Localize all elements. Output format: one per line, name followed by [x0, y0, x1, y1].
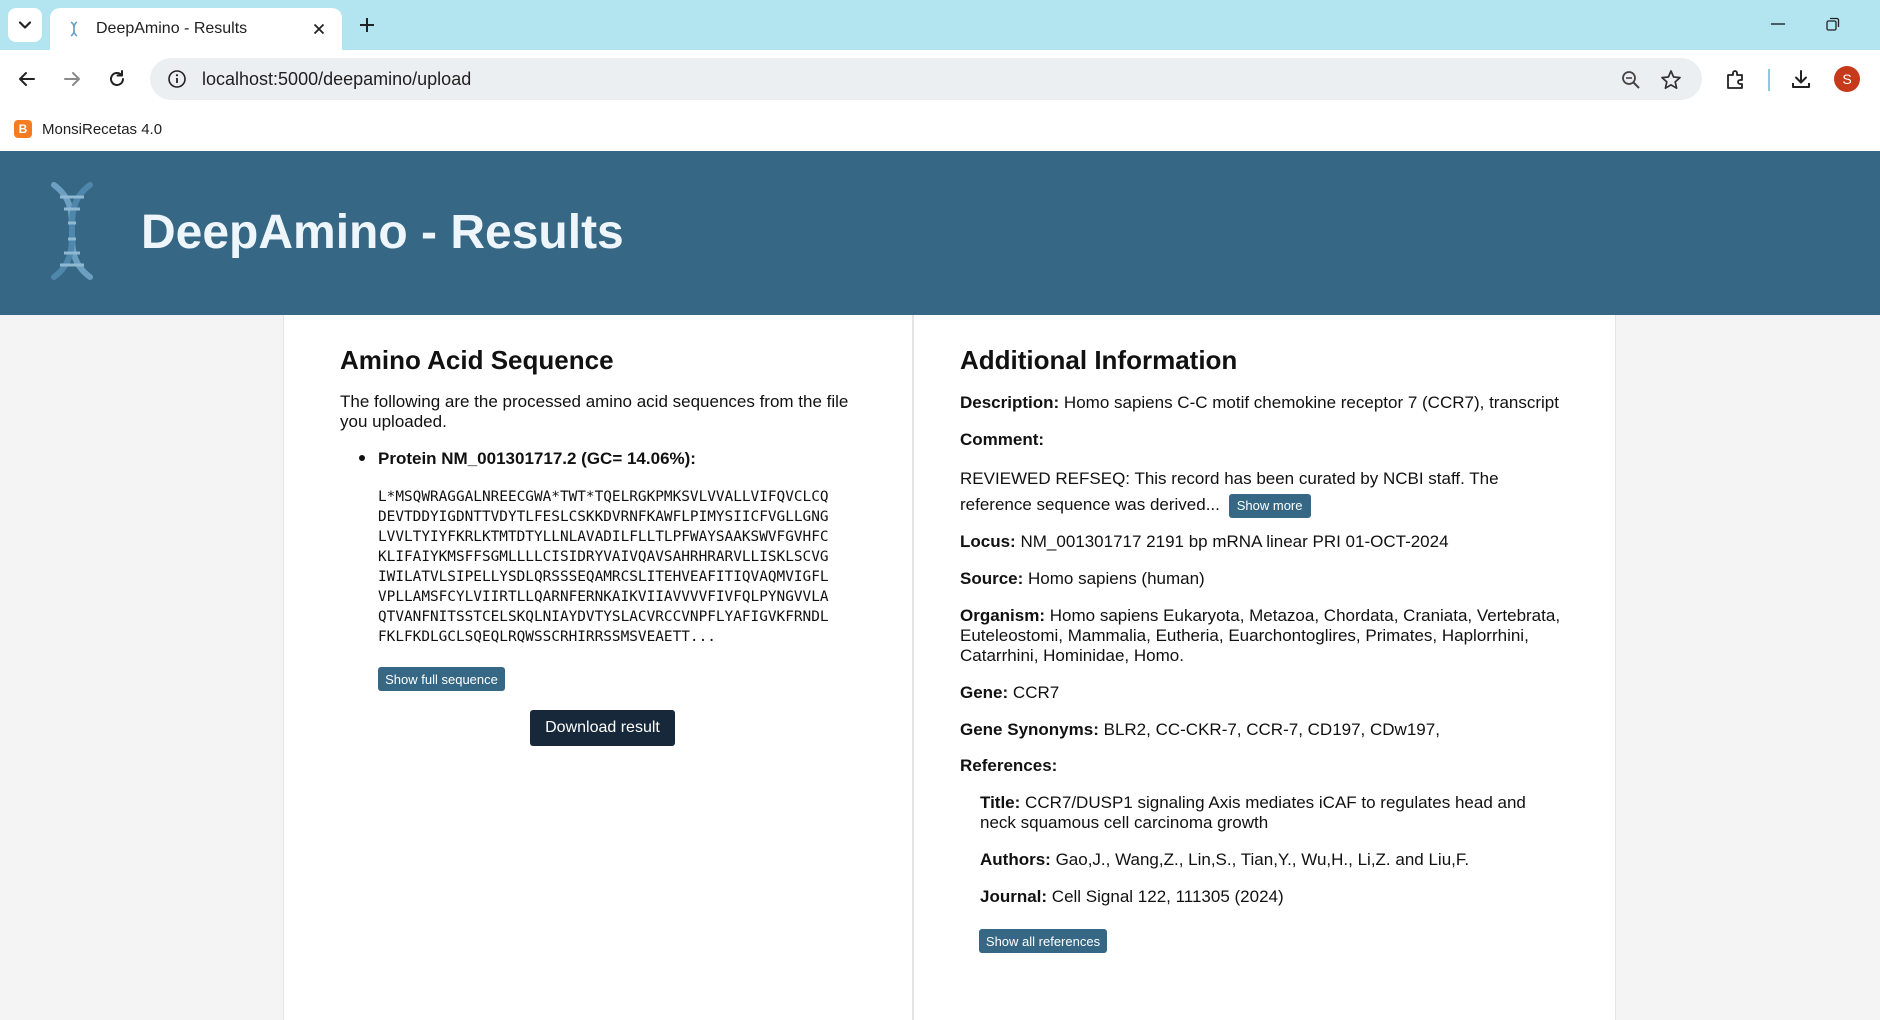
- puzzle-icon: [1727, 70, 1743, 89]
- sequence-line: IWILATVLSIPELLYSDLQRSSSEQAMRCSLITEHVEAFI…: [378, 569, 829, 585]
- show-all-references-button[interactable]: Show all references: [979, 929, 1107, 953]
- gene-row: Gene: CCR7: [960, 683, 1570, 703]
- zoom-icon[interactable]: [1618, 67, 1644, 93]
- locus-value: NM_001301717 2191 bp mRNA linear PRI 01-…: [1020, 532, 1449, 551]
- reload-icon: [110, 70, 124, 86]
- ref-journal-label: Journal:: [980, 887, 1048, 906]
- dna-logo-icon: [42, 181, 102, 281]
- locus-label: Locus:: [960, 532, 1016, 551]
- chevron-down-icon: [18, 21, 32, 29]
- gene-label: Gene:: [960, 683, 1009, 702]
- sequence-line: VPLLAMSFCYLVIIRTLLQARNFERNKAIKVIIAVVVVFI…: [378, 589, 829, 605]
- ref-journal-row: Journal: Cell Signal 122, 111305 (2024): [980, 887, 1540, 907]
- arrow-right-icon: [64, 72, 80, 86]
- sequence-block: L*MSQWRAGGALNREECGWA*TWT*TQELRGKPMKSVLVV…: [378, 487, 829, 647]
- organism-label: Organism:: [960, 606, 1046, 625]
- sequence-line: L*MSQWRAGGALNREECGWA*TWT*TQELRGKPMKSVLVV…: [378, 489, 829, 505]
- organism-value: Homo sapiens Eukaryota, Metazoa, Chordat…: [960, 606, 1561, 665]
- sequence-heading: Amino Acid Sequence: [340, 345, 614, 375]
- info-panel: [913, 315, 1616, 1020]
- plus-icon: [360, 18, 374, 32]
- source-label: Source:: [960, 569, 1024, 588]
- gene-value: CCR7: [1012, 683, 1060, 702]
- ref-authors-label: Authors:: [980, 850, 1051, 869]
- source-row: Source: Homo sapiens (human): [960, 569, 1570, 589]
- synonyms-label: Gene Synonyms:: [960, 720, 1099, 739]
- sequence-line: LVVLTYIYFKRLKTMTDTYLLNLAVADILFLLTLPFWAYS…: [378, 529, 829, 545]
- description-row: Description: Homo sapiens C-C motif chem…: [960, 393, 1570, 413]
- tab-bar: DeepAmino - Results: [0, 0, 1880, 50]
- toolbar-separator: [1768, 69, 1770, 91]
- ref-title-label: Title:: [980, 793, 1021, 812]
- downloads-button[interactable]: [1785, 63, 1817, 95]
- close-tab-icon[interactable]: [308, 18, 330, 40]
- blogger-icon: B: [14, 120, 32, 138]
- profile-avatar[interactable]: S: [1834, 66, 1860, 92]
- source-value: Homo sapiens (human): [1028, 569, 1205, 588]
- protein-label: Protein NM_001301717.2 (GC= 14.06%):: [378, 449, 696, 468]
- organism-row: Organism: Homo sapiens Eukaryota, Metazo…: [960, 606, 1570, 666]
- sequence-line: FKLFKDLGCLSQEQLRQWSSCRHIRRSSMSVEAETT...: [378, 629, 716, 645]
- reload-button[interactable]: [101, 63, 133, 95]
- active-tab[interactable]: DeepAmino - Results: [50, 8, 342, 50]
- download-result-button[interactable]: Download result: [530, 710, 675, 746]
- sequence-line: QTVANFNITSSTCELSKQLNIAYDVTYSLACVRCCVNPFL…: [378, 609, 829, 625]
- tab-search-button[interactable]: [8, 8, 42, 42]
- forward-button[interactable]: [56, 63, 88, 95]
- ref-title-value: CCR7/DUSP1 signaling Axis mediates iCAF …: [980, 793, 1526, 832]
- description-label: Description:: [960, 393, 1060, 412]
- show-full-sequence-button[interactable]: Show full sequence: [378, 667, 505, 691]
- back-button[interactable]: [11, 63, 43, 95]
- tab-title: DeepAmino - Results: [96, 20, 248, 37]
- synonyms-row: Gene Synonyms: BLR2, CC-CKR-7, CCR-7, CD…: [960, 720, 1570, 740]
- browser-toolbar: localhost:5000/deepamino/upload S: [0, 50, 1880, 108]
- bookmarks-bar: B MonsiRecetas 4.0: [0, 108, 1880, 151]
- list-bullet: [359, 455, 365, 461]
- minimize-icon: [1771, 23, 1785, 25]
- references-label: References:: [960, 756, 1058, 775]
- sequence-line: DEVTDDYIGDNTTVDYTLFESLCSKKDVRNFKAWFLPIMY…: [378, 509, 829, 525]
- description-value: Homo sapiens C-C motif chemokine recepto…: [1063, 393, 1559, 412]
- locus-row: Locus: NM_001301717 2191 bp mRNA linear …: [960, 532, 1570, 552]
- address-bar[interactable]: localhost:5000/deepamino/upload: [150, 58, 1702, 100]
- site-info-icon[interactable]: [166, 68, 188, 90]
- extensions-button[interactable]: [1720, 63, 1752, 95]
- ref-authors-value: Gao,J., Wang,Z., Lin,S., Tian,Y., Wu,H.,…: [1055, 850, 1470, 869]
- show-more-button[interactable]: Show more: [1228, 493, 1311, 518]
- dna-favicon-icon: [66, 21, 82, 37]
- comment-row: REVIEWED REFSEQ: This record has been cu…: [960, 466, 1530, 518]
- ref-title-row: Title: CCR7/DUSP1 signaling Axis mediate…: [980, 793, 1540, 833]
- references-row: References:: [960, 756, 1057, 776]
- synonyms-value: BLR2, CC-CKR-7, CCR-7, CD197, CDw197,: [1103, 720, 1440, 739]
- ref-authors-row: Authors: Gao,J., Wang,Z., Lin,S., Tian,Y…: [980, 850, 1540, 870]
- comment-label: Comment:: [960, 430, 1045, 449]
- sequence-line: KLIFAIYKMSFFSGMLLLLCISIDRYVAIVQAVSAHRHRA…: [378, 549, 829, 565]
- site-header: DeepAmino - Results: [0, 151, 1880, 315]
- bookmark-label: MonsiRecetas 4.0: [42, 120, 163, 138]
- comment-label-row: Comment:: [960, 430, 1044, 450]
- restore-button[interactable]: [1813, 8, 1853, 40]
- page-title: DeepAmino - Results: [141, 206, 624, 259]
- minimize-button[interactable]: [1758, 8, 1798, 40]
- info-heading: Additional Information: [960, 345, 1238, 375]
- arrow-left-icon: [19, 72, 35, 86]
- url-text[interactable]: localhost:5000/deepamino/upload: [202, 69, 1702, 90]
- bookmark-item[interactable]: B MonsiRecetas 4.0: [14, 116, 162, 142]
- sequence-intro: The following are the processed amino ac…: [340, 392, 849, 431]
- restore-icon: [1826, 17, 1840, 31]
- ref-journal-value: Cell Signal 122, 111305 (2024): [1051, 887, 1284, 906]
- bookmark-star-icon[interactable]: [1658, 67, 1684, 93]
- new-tab-button[interactable]: [352, 10, 382, 40]
- download-icon: [1792, 70, 1810, 88]
